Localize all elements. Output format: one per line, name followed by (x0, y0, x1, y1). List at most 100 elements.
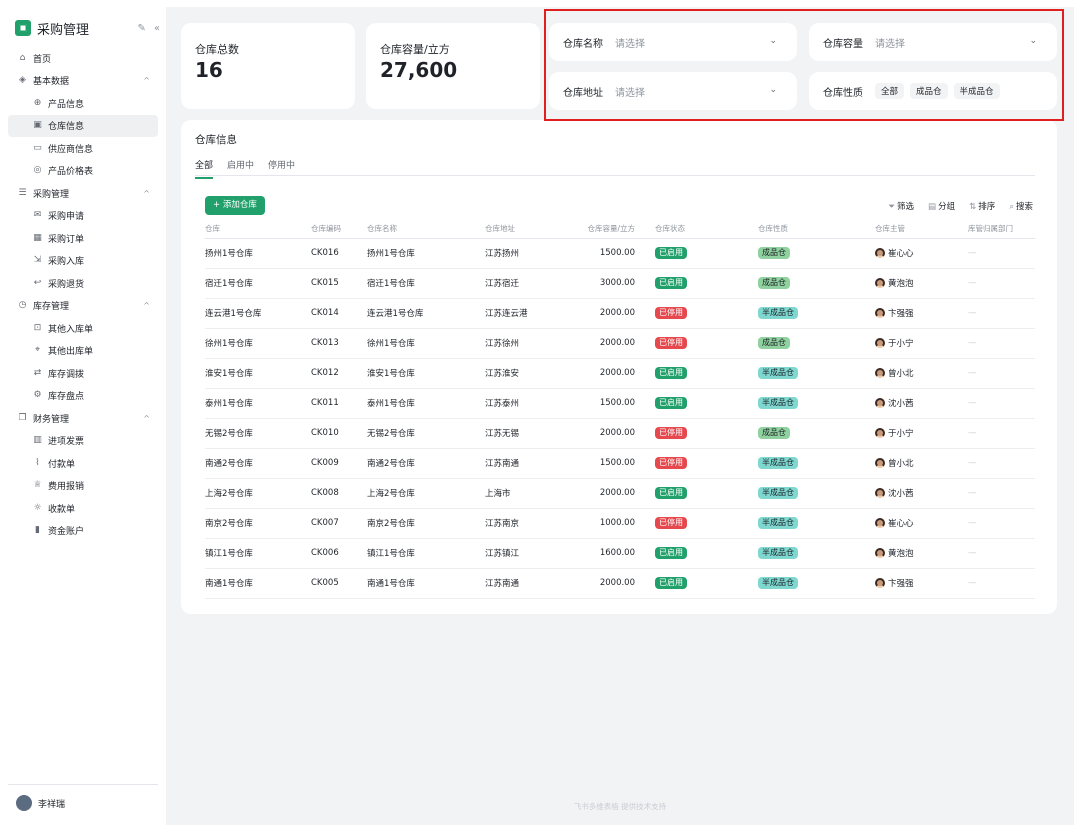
status-badge: 已启用 (655, 277, 687, 289)
sidebar-item-label: 收款单 (48, 504, 76, 515)
cell-status: 已启用 (655, 388, 758, 419)
group-button[interactable]: ▤ 分组 (928, 200, 955, 212)
globe-icon: ⊕ (33, 97, 42, 108)
sidebar-item-9[interactable]: ⇲ 采购入库 (8, 250, 158, 273)
sidebar-item-3[interactable]: ▣ 仓库信息 (8, 114, 158, 137)
chip-semi-finished[interactable]: 半成品仓 (953, 83, 1000, 99)
table-cell: 江苏泰州 (485, 388, 565, 419)
cell-nature: 半成品仓 (758, 448, 875, 479)
table-cell: 扬州1号仓库 (205, 238, 311, 269)
sidebar-item-15[interactable]: ⚙ 库存盘点 (8, 385, 158, 408)
column-header[interactable]: 仓库主管 (875, 220, 968, 239)
manager: 黄泡泡 (875, 547, 968, 559)
table-cell: 泰州1号仓库 (367, 388, 485, 419)
sidebar-item-4[interactable]: ▭ 供应商信息 (8, 137, 158, 160)
filter-label: 仓库性质 (823, 87, 863, 99)
avatar (875, 518, 885, 528)
sidebar-item-5[interactable]: ◎ 产品价格表 (8, 160, 158, 183)
sidebar-item-label: 其他出库单 (48, 347, 94, 358)
table-cell: 1500.00 (565, 448, 655, 479)
add-warehouse-button[interactable]: + 添加仓库 (205, 196, 265, 215)
table-row[interactable]: 无锡2号仓库 CK010 无锡2号仓库 江苏无锡 2000.00 已停用 成品仓 于小宁 — (205, 418, 1035, 449)
manager: 黄泡泡 (875, 277, 968, 289)
table-row[interactable]: 镇江1号仓库 CK006 镇江1号仓库 江苏镇江 1600.00 已启用 半成品仓 黄泡泡 — (205, 538, 1035, 569)
table-row[interactable]: 扬州1号仓库 CK016 扬州1号仓库 江苏扬州 1500.00 已启用 成品仓 崔心心 — (205, 238, 1035, 269)
cell-manager: 沈小茜 (875, 478, 968, 509)
cell-manager: 卞强强 (875, 568, 968, 599)
cell-nature: 成品仓 (758, 418, 875, 449)
filter-warehouse-address[interactable]: 仓库地址 请选择 ⌄ (549, 72, 797, 110)
table-cell: 南京2号仓库 (367, 508, 485, 539)
column-header[interactable]: 仓库状态 (655, 220, 758, 239)
filter-warehouse-capacity[interactable]: 仓库容量 请选择 ⌄ (809, 23, 1057, 61)
sidebar-item-8[interactable]: ▦ 采购订单 (8, 227, 158, 250)
column-header[interactable]: 库管归属部门 (968, 220, 1035, 239)
chip-finished[interactable]: 成品仓 (910, 83, 948, 99)
sidebar-item-label: 基本数据 (33, 77, 70, 88)
table-row[interactable]: 宿迁1号仓库 CK015 宿迁1号仓库 江苏宿迁 3000.00 已启用 成品仓 黄泡泡 — (205, 268, 1035, 299)
table-header-row: 仓库 仓库编码 仓库名称 仓库地址 仓库容量/立方 仓库状态 仓库性质 仓库主管 库管归属部门 (205, 220, 1035, 239)
user-profile[interactable]: 李祥瑞 (8, 784, 158, 811)
sidebar-item-2[interactable]: ⊕ 产品信息 (8, 92, 158, 115)
sidebar-item-17[interactable]: ▥ 进项发票 (8, 430, 158, 453)
column-header[interactable]: 仓库性质 (758, 220, 875, 239)
column-header[interactable]: 仓库 (205, 220, 311, 239)
column-header[interactable]: 仓库地址 (485, 220, 565, 239)
sidebar-item-12[interactable]: ⊡ 其他入库单 (8, 317, 158, 340)
sidebar-item-label: 产品信息 (48, 99, 85, 110)
filter-button[interactable]: ⏷ 筛选 (888, 200, 914, 212)
status-badge: 已停用 (655, 457, 687, 469)
chevron-up-icon[interactable]: ^ (143, 301, 150, 310)
table-row[interactable]: 南通1号仓库 CK005 南通1号仓库 江苏南通 2000.00 已启用 半成品仓 卞强强 — (205, 568, 1035, 599)
table-row[interactable]: 徐州1号仓库 CK013 徐州1号仓库 江苏徐州 2000.00 已停用 成品仓 于小宁 — (205, 328, 1035, 359)
sidebar-item-1[interactable]: ◈ 基本数据 ^ (8, 70, 158, 93)
transfer-icon: ⇄ (33, 367, 42, 378)
inbound-icon: ⇲ (33, 255, 42, 266)
column-header[interactable]: 仓库容量/立方 (565, 220, 655, 239)
sidebar-item-0[interactable]: ⌂ 首页 (8, 47, 158, 70)
chip-all[interactable]: 全部 (875, 83, 905, 99)
cell-department: — (968, 328, 1035, 359)
cell-department: — (968, 448, 1035, 479)
sidebar-item-10[interactable]: ↩ 采购退货 (8, 272, 158, 295)
sidebar-item-6[interactable]: ☰ 采购管理 ^ (8, 182, 158, 205)
sidebar-item-21[interactable]: ▮ 资金账户 (8, 520, 158, 543)
sidebar-item-11[interactable]: ◷ 库存管理 ^ (8, 295, 158, 318)
sidebar-item-label: 采购申请 (48, 212, 85, 223)
table-cell: 2000.00 (565, 568, 655, 599)
table-cell: CK006 (311, 538, 367, 569)
copy-icon: ❐ (18, 412, 27, 423)
column-header[interactable]: 仓库名称 (367, 220, 485, 239)
filter-warehouse-name[interactable]: 仓库名称 请选择 ⌄ (549, 23, 797, 61)
chevron-up-icon[interactable]: ^ (143, 414, 150, 423)
table-row[interactable]: 南京2号仓库 CK007 南京2号仓库 江苏南京 1000.00 已停用 半成品仓 崔心心 — (205, 508, 1035, 539)
sidebar-item-7[interactable]: ✉ 采购申请 (8, 205, 158, 228)
table-cell: 无锡2号仓库 (367, 418, 485, 449)
search-button[interactable]: ⌕ 搜索 (1009, 200, 1033, 212)
table-cell: 南通2号仓库 (367, 448, 485, 479)
sidebar-item-14[interactable]: ⇄ 库存调拨 (8, 362, 158, 385)
table-row[interactable]: 泰州1号仓库 CK011 泰州1号仓库 江苏泰州 1500.00 已启用 半成品仓 沈小茜 — (205, 388, 1035, 419)
edit-icon[interactable]: ✎ (137, 23, 145, 34)
sort-button[interactable]: ⇅ 排序 (969, 200, 995, 212)
chevron-up-icon[interactable]: ^ (143, 76, 150, 85)
chevron-up-icon[interactable]: ^ (143, 189, 150, 198)
manager: 崔心心 (875, 517, 968, 529)
user-name: 李祥瑞 (38, 799, 66, 810)
double-chevron-left-icon[interactable]: « (154, 23, 160, 34)
status-badge: 已启用 (655, 247, 687, 259)
table-row[interactable]: 连云港1号仓库 CK014 连云港1号仓库 江苏连云港 2000.00 已停用 半成品仓 卞强… (205, 298, 1035, 329)
sidebar-item-20[interactable]: ☼ 收款单 (8, 497, 158, 520)
sidebar-item-13[interactable]: ⌖ 其他出库单 (8, 340, 158, 363)
table-row[interactable]: 上海2号仓库 CK008 上海2号仓库 上海市 2000.00 已启用 半成品仓 沈小茜 — (205, 478, 1035, 509)
sidebar-item-19[interactable]: ♕ 费用报销 (8, 475, 158, 498)
table-row[interactable]: 南通2号仓库 CK009 南通2号仓库 江苏南通 1500.00 已停用 半成品仓 曾小北 — (205, 448, 1035, 479)
status-badge: 已启用 (655, 577, 687, 589)
sidebar-item-16[interactable]: ❐ 财务管理 ^ (8, 407, 158, 430)
table-row[interactable]: 淮安1号仓库 CK012 淮安1号仓库 江苏淮安 2000.00 已启用 半成品仓 曾小北 — (205, 358, 1035, 389)
sidebar-item-18[interactable]: ⌇ 付款单 (8, 452, 158, 475)
column-header[interactable]: 仓库编码 (311, 220, 367, 239)
table-body: 扬州1号仓库 CK016 扬州1号仓库 江苏扬州 1500.00 已启用 成品仓 崔心心 — 宿迁… (205, 238, 1035, 599)
sidebar-item-label: 采购退货 (48, 279, 85, 290)
filter-label: 仓库名称 (563, 38, 603, 50)
